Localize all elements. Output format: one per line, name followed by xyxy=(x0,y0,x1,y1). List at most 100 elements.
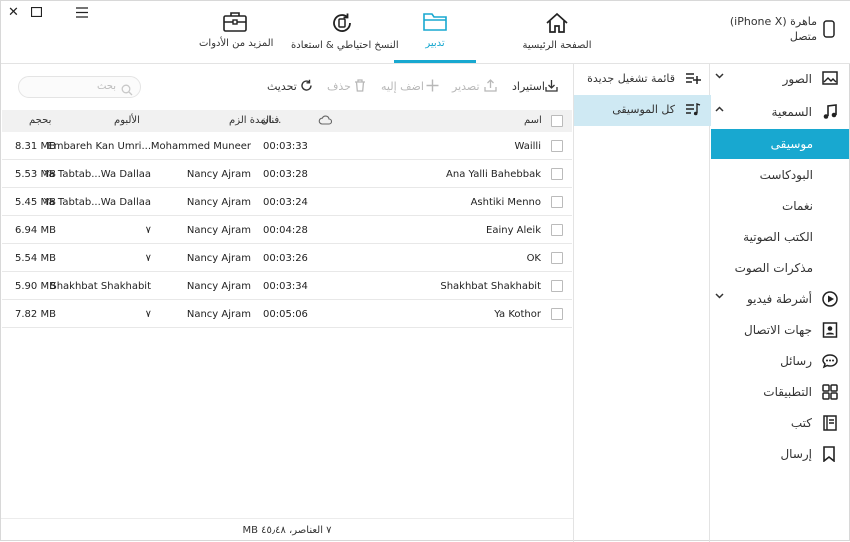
cell-artist: Nancy Ajram xyxy=(186,253,251,264)
header-name[interactable]: اسم xyxy=(524,115,542,126)
sidebar-subitem-music[interactable]: موسيقى xyxy=(711,129,849,159)
table-row[interactable]: 7.82 MB ٧ Nancy Ajram 00:05:06 Ya Kothor xyxy=(2,300,572,328)
add-to-button[interactable]: اضف إليه xyxy=(381,78,441,96)
export-icon xyxy=(484,79,497,95)
table-row[interactable]: 5.45 MB Ya Tabtab...Wa Dallaa Nancy Ajra… xyxy=(2,188,572,216)
row-checkbox[interactable] xyxy=(551,280,563,292)
phone-icon xyxy=(823,20,835,42)
table-header: بحجم الألبوم المدة الزم... فنان اسم xyxy=(2,110,572,132)
new-playlist-button[interactable]: قائمة تشغيل جديدة xyxy=(574,64,711,95)
sidebar-item-photos[interactable]: الصور xyxy=(711,64,849,94)
sidebar-item-messages[interactable]: رسائل xyxy=(711,346,849,376)
import-label: استيراد xyxy=(512,80,545,93)
header-artist[interactable]: فنان xyxy=(261,115,279,126)
cell-duration: 00:03:26 xyxy=(263,253,308,264)
toolbox-icon xyxy=(223,12,247,32)
sidebar-item-label: أشرطة فيديو xyxy=(746,292,812,306)
cell-duration: 00:05:06 xyxy=(263,309,308,320)
sidebar-item-label: التطبيقات xyxy=(763,385,812,399)
cell-name: Shakhbat Shakhabit xyxy=(440,281,541,292)
cell-artist: Nancy Ajram xyxy=(186,197,251,208)
maximize-icon[interactable] xyxy=(30,6,43,20)
device-name: ماهرة (iPhone X) xyxy=(729,15,817,28)
tab-manage[interactable]: تدبير xyxy=(404,11,466,63)
cell-artist: Nancy Ajram xyxy=(186,309,251,320)
sidebar-item-audio[interactable]: السمعية xyxy=(711,97,849,127)
row-checkbox[interactable] xyxy=(551,196,563,208)
chevron-down-icon[interactable] xyxy=(715,291,724,302)
chevron-down-icon[interactable] xyxy=(715,71,724,82)
sidebar-subitem-voice-memos[interactable]: مذكرات الصوت xyxy=(711,253,849,283)
item-count-summary: ٧ العناصر، ٤٥٫٤٨ MB xyxy=(242,525,332,536)
tab-more-tools[interactable]: المزيد من الأدوات xyxy=(199,11,273,63)
table-row[interactable]: 5.54 MB ٧ Nancy Ajram 00:03:26 OK xyxy=(2,244,572,272)
close-icon[interactable]: ✕ xyxy=(8,6,19,19)
tab-backup-restore[interactable]: النسخ احتياطي & استعادة xyxy=(291,11,399,63)
import-icon xyxy=(545,79,558,95)
row-checkbox[interactable] xyxy=(551,252,563,264)
sidebar-item-label: جهات الاتصال xyxy=(743,323,812,337)
sidebar-subitem-label: موسيقى xyxy=(770,137,813,151)
table-row[interactable]: 5.90 MB Shakhbat Shakhabit Nancy Ajram 0… xyxy=(2,272,572,300)
export-button[interactable]: تصدير xyxy=(452,78,498,96)
bookmark-icon xyxy=(822,446,838,463)
import-button[interactable]: استيراد xyxy=(512,78,560,96)
sidebar-item-apps[interactable]: التطبيقات xyxy=(711,377,849,407)
cloud-icon[interactable] xyxy=(318,115,333,128)
active-tab-indicator xyxy=(394,60,476,63)
sidebar-subitem-audiobooks[interactable]: الكتب الصوتية xyxy=(711,222,849,252)
sidebar-item-label: رسائل xyxy=(780,354,812,368)
plus-icon xyxy=(426,79,439,95)
row-checkbox[interactable] xyxy=(551,168,563,180)
tab-backup-restore-label: النسخ احتياطي & استعادة xyxy=(291,40,399,51)
sidebar-item-label: إرسال xyxy=(780,447,812,461)
sidebar-subitem-podcasts[interactable]: البودكاست xyxy=(711,160,849,190)
play-circle-icon xyxy=(822,291,838,307)
sidebar-item-books[interactable]: كتب xyxy=(711,408,849,438)
tab-home[interactable]: الصفحة الرئيسية xyxy=(521,11,593,63)
cell-size: 5.54 MB xyxy=(15,253,56,264)
folder-icon xyxy=(423,13,447,31)
book-icon xyxy=(822,415,838,431)
contacts-icon xyxy=(822,322,838,338)
cell-name: Ana Yalli Bahebbak xyxy=(446,169,541,180)
sidebar: الصور السمعية موسيقى البودكاست نغمات الك… xyxy=(709,64,849,542)
apps-grid-icon xyxy=(822,384,838,400)
row-checkbox[interactable] xyxy=(551,308,563,320)
header-size[interactable]: بحجم xyxy=(29,115,51,126)
menu-icon[interactable] xyxy=(76,7,88,21)
cell-album: Ya Tabtab...Wa Dallaa xyxy=(43,197,151,208)
cell-album: Embareh Kan Umri... xyxy=(47,141,151,152)
sidebar-item-label: الصور xyxy=(782,72,812,86)
cell-duration: 00:04:28 xyxy=(263,225,308,236)
table-row[interactable]: 6.94 MB ٧ Nancy Ajram 00:04:28 Eainy Ale… xyxy=(2,216,572,244)
sidebar-item-videos[interactable]: أشرطة فيديو xyxy=(711,284,849,314)
chevron-up-icon[interactable] xyxy=(715,104,724,115)
sidebar-subitem-label: نغمات xyxy=(781,199,813,213)
device-status: متصل xyxy=(789,30,817,43)
add-to-label: اضف إليه xyxy=(381,80,424,93)
cell-artist: Nancy Ajram xyxy=(186,169,251,180)
table-row[interactable]: 5.53 MB Ya Tabtab...Wa Dallaa Nancy Ajra… xyxy=(2,160,572,188)
search-icon[interactable] xyxy=(121,81,133,100)
playlist-label: كل الموسيقى xyxy=(612,103,675,116)
header-album[interactable]: الألبوم xyxy=(114,115,140,126)
refresh-button[interactable]: تحديث xyxy=(267,78,315,96)
playlist-music-icon xyxy=(686,103,701,119)
search-input[interactable]: بحث xyxy=(18,76,141,98)
sidebar-subitem-label: الكتب الصوتية xyxy=(743,230,813,244)
cell-artist: Nancy Ajram xyxy=(186,225,251,236)
search-placeholder: بحث xyxy=(96,81,116,92)
playlist-all-music[interactable]: كل الموسيقى xyxy=(574,95,711,126)
delete-button[interactable]: حذف xyxy=(327,78,369,96)
sidebar-subitem-ringtones[interactable]: نغمات xyxy=(711,191,849,221)
playlist-panel: قائمة تشغيل جديدة كل الموسيقى xyxy=(573,64,711,542)
sidebar-item-label: كتب xyxy=(790,416,812,430)
table-row[interactable]: 8.31 MB Embareh Kan Umri... Mohammed Mun… xyxy=(2,132,572,160)
add-playlist-icon xyxy=(686,72,701,87)
select-all-checkbox[interactable] xyxy=(551,115,563,127)
sidebar-item-contacts[interactable]: جهات الاتصال xyxy=(711,315,849,345)
sidebar-item-send[interactable]: إرسال xyxy=(711,439,849,469)
row-checkbox[interactable] xyxy=(551,224,563,236)
row-checkbox[interactable] xyxy=(551,140,563,152)
